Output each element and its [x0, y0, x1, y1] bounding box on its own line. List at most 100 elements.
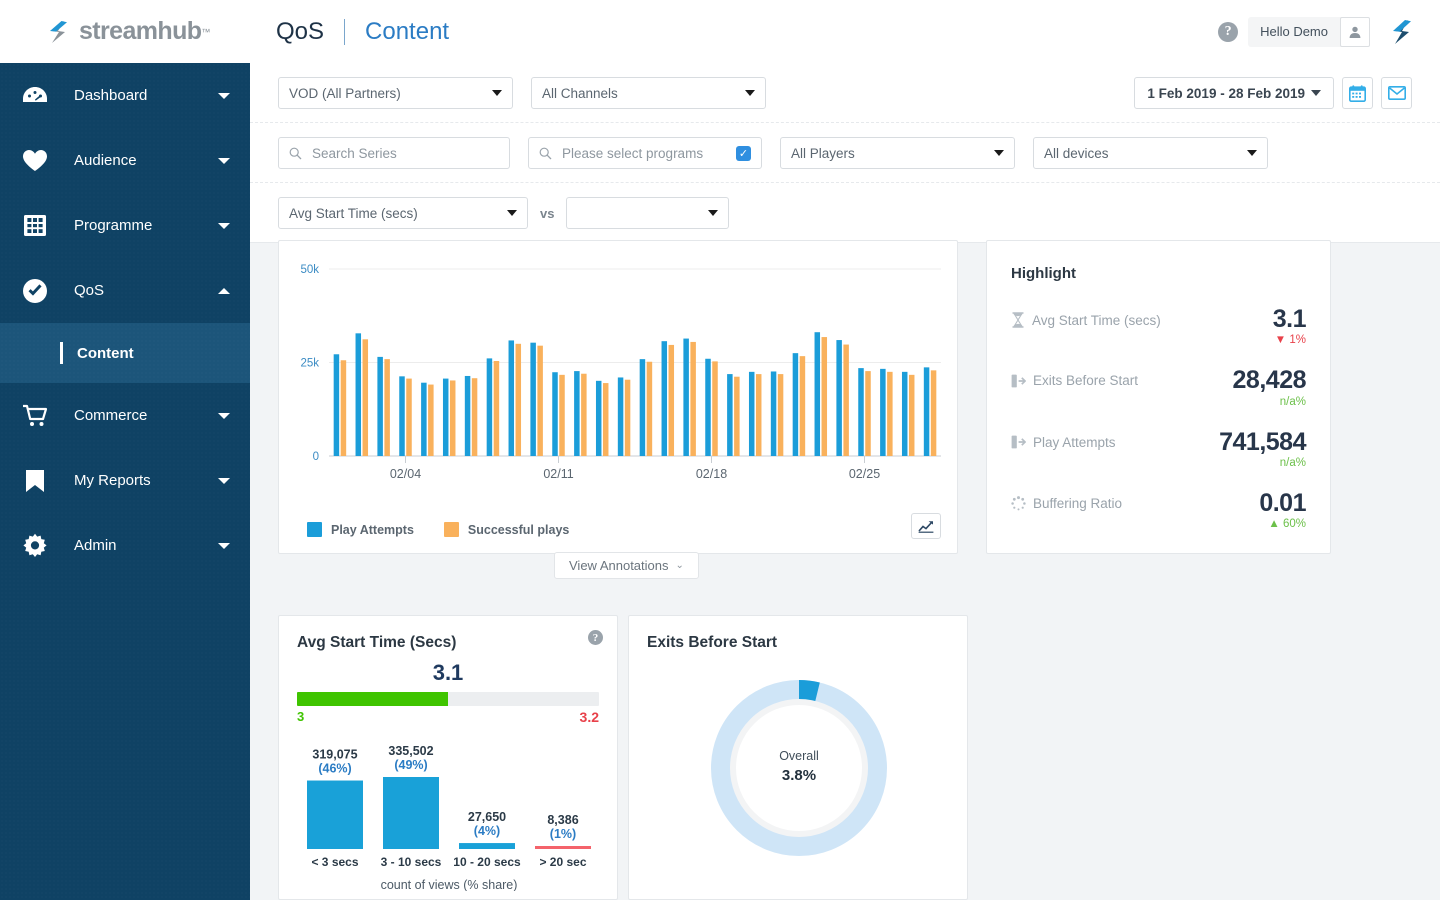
partner-select[interactable]: VOD (All Partners) — [278, 77, 513, 109]
main-content: VOD (All Partners) All Channels 1 Feb 20… — [250, 63, 1440, 900]
svg-text:27,650: 27,650 — [468, 810, 506, 824]
chevron-down-icon[interactable] — [218, 223, 230, 229]
play-attempts-bar-chart[interactable]: 025k50k02/0402/1102/1802/25 — [279, 241, 957, 496]
chevron-down-icon — [745, 90, 755, 96]
calendar-button[interactable] — [1342, 77, 1373, 109]
legend-item-play-attempts[interactable]: Play Attempts — [307, 522, 414, 537]
brand-logo[interactable]: streamhub™ — [0, 17, 250, 46]
email-report-button[interactable] — [1381, 77, 1412, 109]
question-icon[interactable]: ? — [588, 630, 603, 645]
channel-select[interactable]: All Channels — [531, 77, 766, 109]
bookmark-icon — [18, 469, 52, 493]
avg-start-time-distribution-chart[interactable]: 319,075(46%)< 3 secs335,502(49%)3 - 10 s… — [297, 741, 601, 891]
chevron-down-icon — [1247, 150, 1257, 156]
players-select[interactable]: All Players — [780, 137, 1015, 169]
active-indicator — [60, 342, 63, 364]
gauge-min-label: 3 — [297, 709, 304, 725]
legend-swatch — [444, 522, 459, 537]
highlight-label: Exits Before Start — [1033, 373, 1138, 388]
sidebar-item-audience[interactable]: Audience — [0, 128, 250, 193]
calendar-icon — [1349, 85, 1366, 102]
trademark-symbol: ™ — [201, 27, 210, 37]
svg-text:count of views (% share): count of views (% share) — [381, 878, 518, 891]
sidebar-item-admin[interactable]: Admin — [0, 513, 250, 578]
highlight-value: 0.01 — [1259, 490, 1306, 516]
exits-before-start-donut-chart[interactable]: Overall 3.8% — [647, 656, 951, 881]
devices-select-value: All devices — [1044, 146, 1109, 161]
chevron-down-icon[interactable] — [218, 413, 230, 419]
streamhub-mark-icon[interactable] — [1392, 19, 1416, 45]
avg-start-time-title: Avg Start Time (Secs) — [297, 634, 599, 652]
svg-text:(1%): (1%) — [550, 827, 576, 841]
breadcrumb-divider — [344, 19, 345, 45]
chart-type-toggle-button[interactable] — [911, 513, 941, 539]
highlight-row-avg-start-time: Avg Start Time (secs) 3.1 ▼ 1% — [1011, 306, 1306, 346]
svg-text:3.8%: 3.8% — [782, 767, 816, 784]
legend-item-successful-plays[interactable]: Successful plays — [444, 522, 569, 537]
exit-icon — [1011, 374, 1026, 388]
svg-text:10 - 20 secs: 10 - 20 secs — [453, 855, 521, 869]
secondary-metric-select[interactable] — [566, 197, 729, 229]
view-annotations-button[interactable]: View Annotations ⌄ — [554, 552, 699, 579]
svg-text:335,502: 335,502 — [388, 744, 433, 758]
avg-start-time-value: 3.1 — [297, 660, 599, 686]
breadcrumb-page[interactable]: Content — [365, 18, 449, 46]
buffering-icon — [1011, 496, 1026, 511]
sidebar-navigation: Dashboard Audience Pr — [0, 63, 250, 900]
svg-text:> 20 sec: > 20 sec — [539, 855, 586, 869]
top-header-bar: streamhub™ QoS Content ? Hello Demo — [0, 0, 1440, 63]
breadcrumb-section[interactable]: QoS — [276, 18, 324, 46]
exits-before-start-card: Exits Before Start Overall 3.8% — [628, 615, 968, 900]
svg-text:(4%): (4%) — [474, 824, 500, 838]
filter-row-1: VOD (All Partners) All Channels 1 Feb 20… — [250, 63, 1440, 123]
programs-checkbox[interactable]: ✓ — [736, 146, 751, 161]
highlight-delta: n/a% — [1219, 457, 1306, 469]
gauge-labels: 3 3.2 — [297, 709, 599, 725]
highlight-title: Highlight — [1011, 265, 1306, 282]
sidebar-item-label: Dashboard — [74, 87, 218, 104]
programs-placeholder: Please select programs — [562, 146, 703, 161]
gear-icon — [18, 533, 52, 559]
chevron-down-icon[interactable] — [218, 93, 230, 99]
header-actions: ? Hello Demo — [1218, 17, 1440, 47]
primary-metric-value: Avg Start Time (secs) — [289, 206, 418, 221]
filter-row-2: Search Series Please select programs ✓ A… — [250, 123, 1440, 183]
sidebar-item-content[interactable]: Content — [0, 323, 250, 383]
filter-row-3: Avg Start Time (secs) vs — [250, 183, 1440, 243]
svg-text:Overall: Overall — [779, 749, 819, 763]
svg-text:3 - 10 secs: 3 - 10 secs — [381, 855, 442, 869]
search-series-placeholder: Search Series — [312, 146, 397, 161]
sidebar-item-label: Admin — [74, 537, 218, 554]
chevron-down-icon[interactable] — [218, 158, 230, 164]
chevron-down-icon[interactable] — [218, 543, 230, 549]
chevron-down-icon[interactable] — [218, 478, 230, 484]
svg-text:02/25: 02/25 — [849, 467, 880, 481]
user-icon — [1348, 25, 1362, 39]
svg-text:(46%): (46%) — [318, 762, 351, 776]
gauge-fill — [297, 692, 448, 706]
sidebar-item-my-reports[interactable]: My Reports — [0, 448, 250, 513]
devices-select[interactable]: All devices — [1033, 137, 1268, 169]
primary-metric-select[interactable]: Avg Start Time (secs) — [278, 197, 528, 229]
exits-before-start-title: Exits Before Start — [647, 634, 949, 652]
svg-text:50k: 50k — [300, 264, 319, 276]
svg-text:02/04: 02/04 — [390, 467, 421, 481]
chart-legend: Play Attempts Successful plays — [307, 522, 569, 537]
highlight-label: Buffering Ratio — [1033, 496, 1122, 511]
avatar[interactable] — [1340, 17, 1370, 47]
help-icon[interactable]: ? — [1218, 22, 1238, 42]
sidebar-item-label: QoS — [74, 282, 218, 299]
highlight-row-play-attempts: Play Attempts 741,584 n/a% — [1011, 429, 1306, 469]
user-menu[interactable]: Hello Demo — [1248, 17, 1370, 47]
highlight-row-exits-before-start: Exits Before Start 28,428 n/a% — [1011, 367, 1306, 407]
sidebar-item-dashboard[interactable]: Dashboard — [0, 63, 250, 128]
date-range-picker[interactable]: 1 Feb 2019 - 28 Feb 2019 — [1134, 77, 1334, 109]
programs-select[interactable]: Please select programs ✓ — [528, 137, 762, 169]
search-series-input[interactable]: Search Series — [278, 137, 510, 169]
chevron-down-icon — [507, 210, 517, 216]
chevron-up-icon[interactable] — [218, 288, 230, 294]
sidebar-item-commerce[interactable]: Commerce — [0, 383, 250, 448]
sidebar-item-programme[interactable]: Programme — [0, 193, 250, 258]
sidebar-item-label: Audience — [74, 152, 218, 169]
sidebar-item-qos[interactable]: QoS — [0, 258, 250, 323]
